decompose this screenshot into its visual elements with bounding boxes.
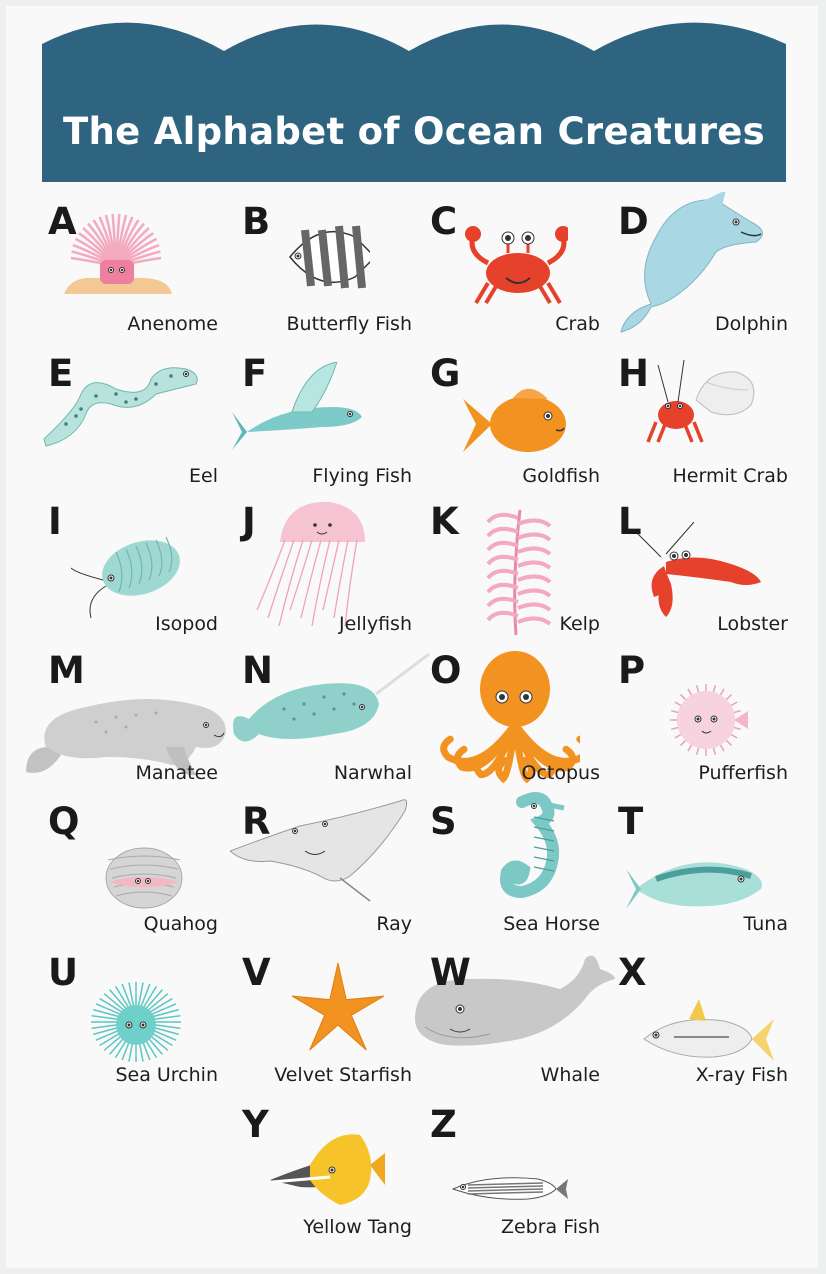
alphabet-poster: The Alphabet of Ocean Creatures A Anenome… (6, 6, 818, 1268)
creature-name: Hermit Crab (672, 465, 788, 487)
letter-y: Y (242, 1103, 269, 1146)
letter-j: J (242, 500, 256, 543)
creature-cell: E Eel (36, 344, 220, 492)
creature-cell: D Dolphin (606, 192, 790, 340)
letter-i: I (48, 500, 62, 543)
creature-name: Yellow Tang (303, 1216, 412, 1238)
letter-s: S (430, 800, 457, 843)
creature-cell: T Tuna (606, 792, 790, 940)
letter-d: D (618, 200, 649, 243)
hermit-crab-icon (646, 360, 755, 443)
creature-name: Eel (189, 465, 218, 487)
creature-cell: J Jellyfish (230, 492, 414, 640)
letter-a: A (48, 200, 77, 243)
letter-n: N (242, 649, 273, 692)
creature-name: Lobster (717, 613, 788, 635)
creature-name: Isopod (155, 613, 218, 635)
creature-cell: C Crab (418, 192, 602, 340)
creature-name: Velvet Starfish (274, 1064, 412, 1086)
butterfly-fish-icon (289, 225, 370, 289)
creature-name: Goldfish (522, 465, 600, 487)
letter-b: B (242, 200, 271, 243)
creature-cell: W Whale (415, 943, 615, 1091)
letter-x: X (618, 951, 647, 994)
kelp-icon (486, 509, 552, 636)
letter-k: K (430, 500, 459, 543)
creature-name: X-ray Fish (695, 1064, 788, 1086)
creature-cell: A Anenome (36, 192, 220, 340)
creature-cell: U Sea Urchin (36, 943, 220, 1091)
creature-name: Zebra Fish (500, 1216, 600, 1238)
creature-cell: R Ray (230, 792, 414, 940)
wave-banner (42, 22, 786, 182)
creature-name: Tuna (743, 913, 788, 935)
quahog-icon (105, 847, 183, 909)
creature-name: Whale (540, 1064, 600, 1086)
creature-name: Sea Horse (503, 913, 600, 935)
letter-f: F (242, 352, 268, 395)
creature-cell: V Velvet Starfish (230, 943, 414, 1091)
yellow-tang-icon (270, 1134, 385, 1205)
creature-cell: L Lobster (606, 492, 790, 640)
sea-urchin-icon (91, 982, 181, 1062)
creature-cell: Q Quahog (36, 792, 220, 940)
pufferfish-icon (670, 684, 748, 756)
creature-cell: H Hermit Crab (606, 344, 790, 492)
creature-cell: Z Zebra Fish (418, 1095, 602, 1243)
creature-name: Flying Fish (312, 465, 412, 487)
letter-q: Q (48, 800, 80, 843)
creature-name: Dolphin (715, 313, 788, 335)
creature-name: Sea Urchin (115, 1064, 218, 1086)
creature-name: Anenome (127, 313, 218, 335)
letter-h: H (618, 352, 649, 395)
crab-icon (465, 226, 568, 305)
letter-v: V (242, 951, 271, 994)
creature-name: Crab (555, 313, 600, 335)
poster-title: The Alphabet of Ocean Creatures (62, 110, 766, 153)
creature-name: Ray (376, 913, 412, 935)
goldfish-icon (463, 388, 566, 452)
sea-horse-icon (500, 792, 565, 899)
letter-r: R (242, 800, 271, 843)
tuna-icon (626, 862, 762, 909)
creature-name: Butterfly Fish (286, 313, 413, 335)
letter-g: G (430, 352, 461, 395)
creature-name: Quahog (143, 913, 218, 935)
creature-cell: I Isopod (36, 492, 220, 640)
creature-name: Kelp (559, 613, 600, 635)
creature-cell: Y Yellow Tang (230, 1095, 414, 1243)
starfish-icon (291, 962, 385, 1051)
letter-m: M (48, 649, 85, 692)
jellyfish-icon (256, 501, 365, 627)
lobster-icon (636, 522, 761, 617)
letter-l: L (618, 500, 642, 543)
creature-cell: G Goldfish (418, 344, 602, 492)
creature-cell: K Kelp (418, 492, 602, 640)
creature-cell: X X-ray Fish (606, 943, 790, 1091)
letter-t: T (618, 800, 644, 843)
creature-cell: P Pufferfish (606, 641, 790, 789)
creature-cell: S Sea Horse (418, 792, 602, 940)
letter-z: Z (430, 1103, 457, 1146)
creature-cell: M Manatee (26, 641, 226, 789)
creature-name: Octopus (521, 762, 600, 784)
letter-p: P (618, 649, 646, 692)
letter-e: E (48, 352, 74, 395)
creature-name: Narwhal (333, 762, 412, 784)
letter-w: W (430, 951, 471, 994)
creature-cell: N Narwhal (230, 641, 430, 789)
sea-anemone-icon (64, 214, 172, 294)
creature-cell: B Butterfly Fish (230, 192, 414, 340)
creature-name: Pufferfish (698, 762, 788, 784)
creature-name: Manatee (135, 762, 218, 784)
creature-name: Jellyfish (338, 613, 412, 635)
letter-o: O (430, 649, 462, 692)
creature-cell: O Octopus (418, 641, 602, 789)
letter-u: U (48, 951, 79, 994)
zebra-fish-icon (451, 1177, 568, 1200)
letter-c: C (430, 200, 458, 243)
creature-cell: F Flying Fish (230, 344, 414, 492)
